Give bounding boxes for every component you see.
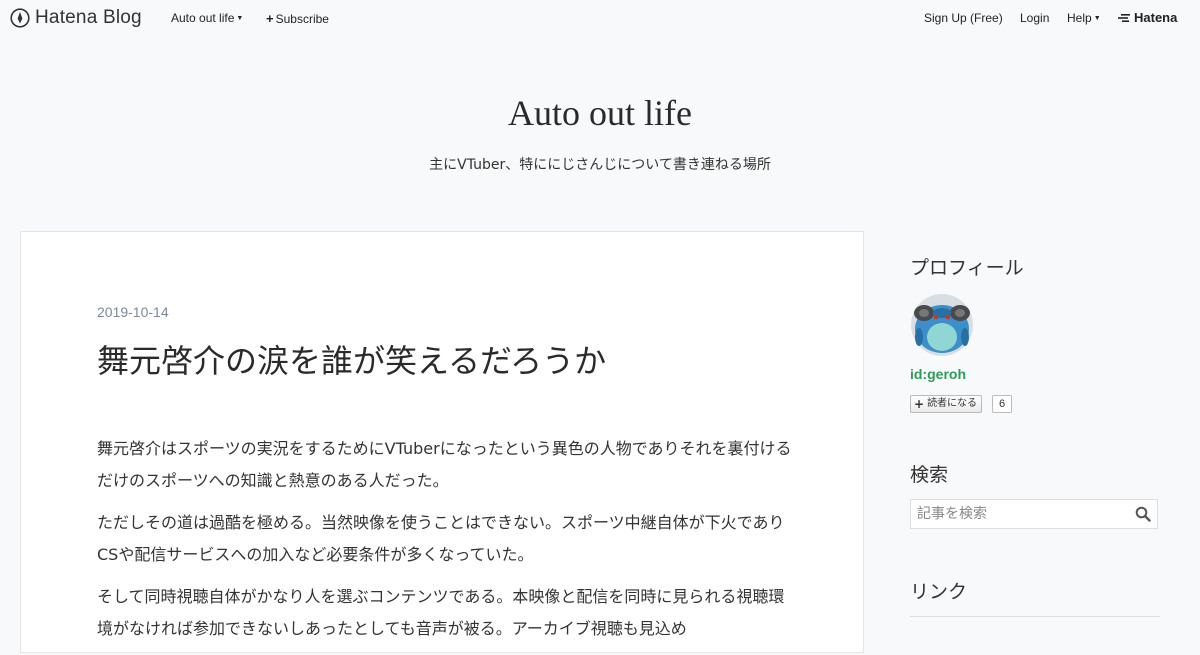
avatar[interactable]	[910, 293, 974, 357]
help-dropdown[interactable]: Help ▼	[1067, 11, 1101, 25]
help-label: Help	[1067, 11, 1092, 25]
caret-down-icon: ▼	[236, 15, 244, 22]
entry-date[interactable]: 2019-10-14	[97, 304, 169, 320]
subscriber-count: 6	[992, 395, 1013, 413]
subscribe-button-label: 読者になる	[927, 398, 978, 409]
subscribe-label: Subscribe	[275, 12, 329, 26]
profile-module-title: プロフィール	[910, 257, 1024, 279]
blog-menu-label: Auto out life	[171, 11, 235, 25]
search-box	[910, 499, 1158, 529]
hatena-brand-label: Hatena	[1134, 10, 1178, 25]
signup-link[interactable]: Sign Up (Free)	[924, 11, 1003, 25]
subscribe-link[interactable]: + Subscribe	[266, 11, 329, 26]
search-icon[interactable]	[1135, 506, 1151, 522]
plus-icon: +	[914, 397, 925, 411]
search-input[interactable]	[911, 500, 1141, 528]
hatena-blog-pen-icon	[10, 8, 30, 28]
blog-menu-dropdown[interactable]: Auto out life ▼	[171, 11, 243, 25]
entry-title[interactable]: 舞元啓介の涙を誰が笑えるだろうか	[97, 336, 606, 382]
entry-paragraph: ただしその道は過酷を極める。当然映像を使うことはできない。スポーツ中継自体が下火…	[97, 513, 785, 564]
global-header: Hatena Blog Auto out life ▼ + Subscribe Si…	[0, 0, 1200, 36]
hatena-blog-logo[interactable]: Hatena Blog	[10, 7, 142, 29]
entry-paragraph: そして同時視聴自体がかなり人を選ぶコンテンツである。本映像と配信を同時に見られる…	[97, 587, 785, 638]
profile-id-link[interactable]: id:geroh	[910, 366, 966, 382]
hatena-speed-icon	[1118, 13, 1130, 22]
search-module-title: 検索	[910, 464, 949, 486]
caret-down-icon: ▼	[1093, 15, 1101, 22]
entry-paragraph: 舞元啓介はスポーツの実況をするためにVTuberになったという異色の人物でありそ…	[97, 439, 792, 490]
hatena-brand-link[interactable]: Hatena	[1118, 10, 1177, 25]
blog-title[interactable]: Auto out life	[0, 92, 1200, 134]
entry-body: 舞元啓介はスポーツの実況をするためにVTuberになったという異色の人物でありそ…	[97, 433, 797, 655]
links-divider	[910, 616, 1160, 617]
links-module-title: リンク	[910, 581, 968, 603]
blog-description: 主にVTuber、特ににじさんじについて書き連ねる場所	[429, 157, 771, 173]
subscribe-button[interactable]: + 読者になる	[910, 395, 983, 413]
plus-icon: +	[266, 11, 274, 26]
login-link[interactable]: Login	[1020, 11, 1049, 25]
hatena-blog-logo-text: Hatena Blog	[35, 7, 142, 28]
article: 2019-10-14 舞元啓介の涙を誰が笑えるだろうか 舞元啓介はスポーツの実況…	[20, 231, 864, 653]
